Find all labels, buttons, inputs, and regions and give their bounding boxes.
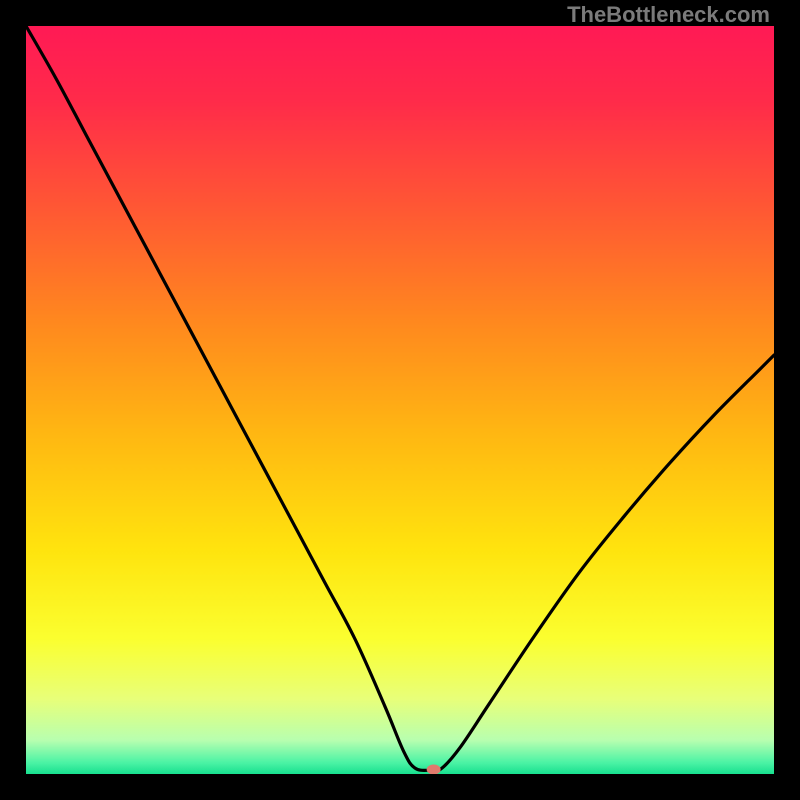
chart-svg [26,26,774,774]
watermark-text: TheBottleneck.com [567,2,770,28]
optimal-point-marker [427,765,441,774]
bottleneck-curve [26,26,774,771]
